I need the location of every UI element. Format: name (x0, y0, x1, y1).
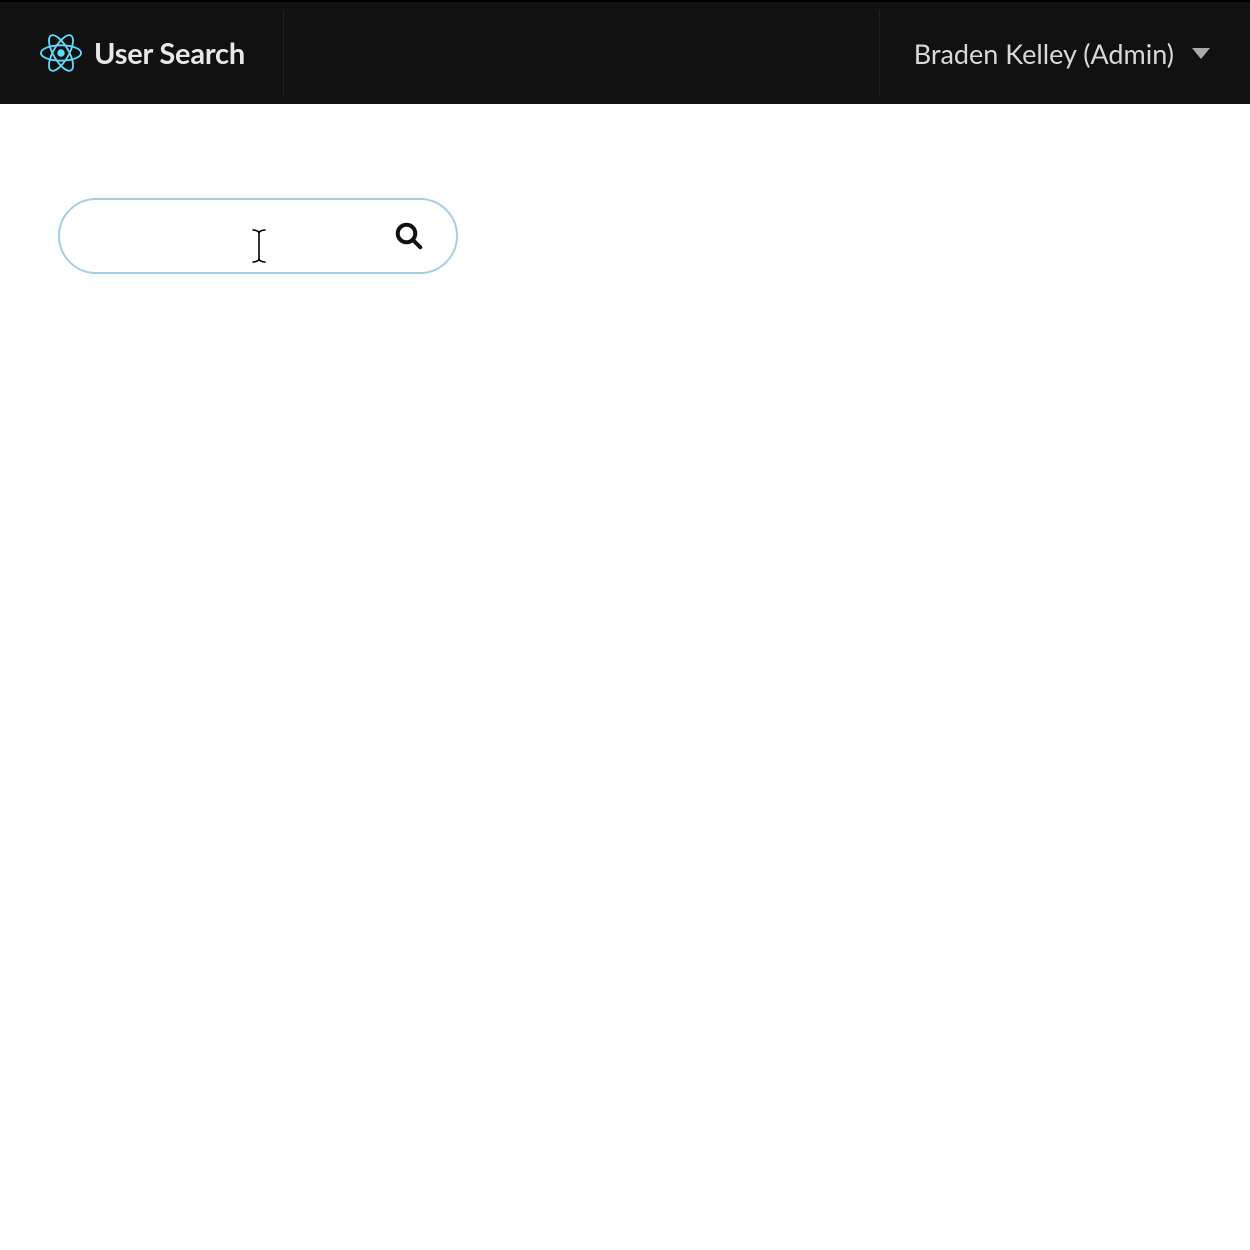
brand[interactable]: User Search (40, 32, 245, 74)
search-input[interactable] (90, 223, 426, 249)
user-menu[interactable]: Braden Kelley (Admin) (914, 37, 1210, 70)
search-icon[interactable] (394, 221, 424, 251)
chevron-down-icon (1192, 48, 1210, 59)
search-field-wrap[interactable] (58, 198, 458, 274)
react-logo-icon (40, 32, 82, 74)
user-name-label: Braden Kelley (Admin) (914, 37, 1174, 70)
main-content (0, 104, 1250, 368)
app-title: User Search (94, 36, 245, 71)
app-header: User Search Braden Kelley (Admin) (0, 0, 1250, 104)
